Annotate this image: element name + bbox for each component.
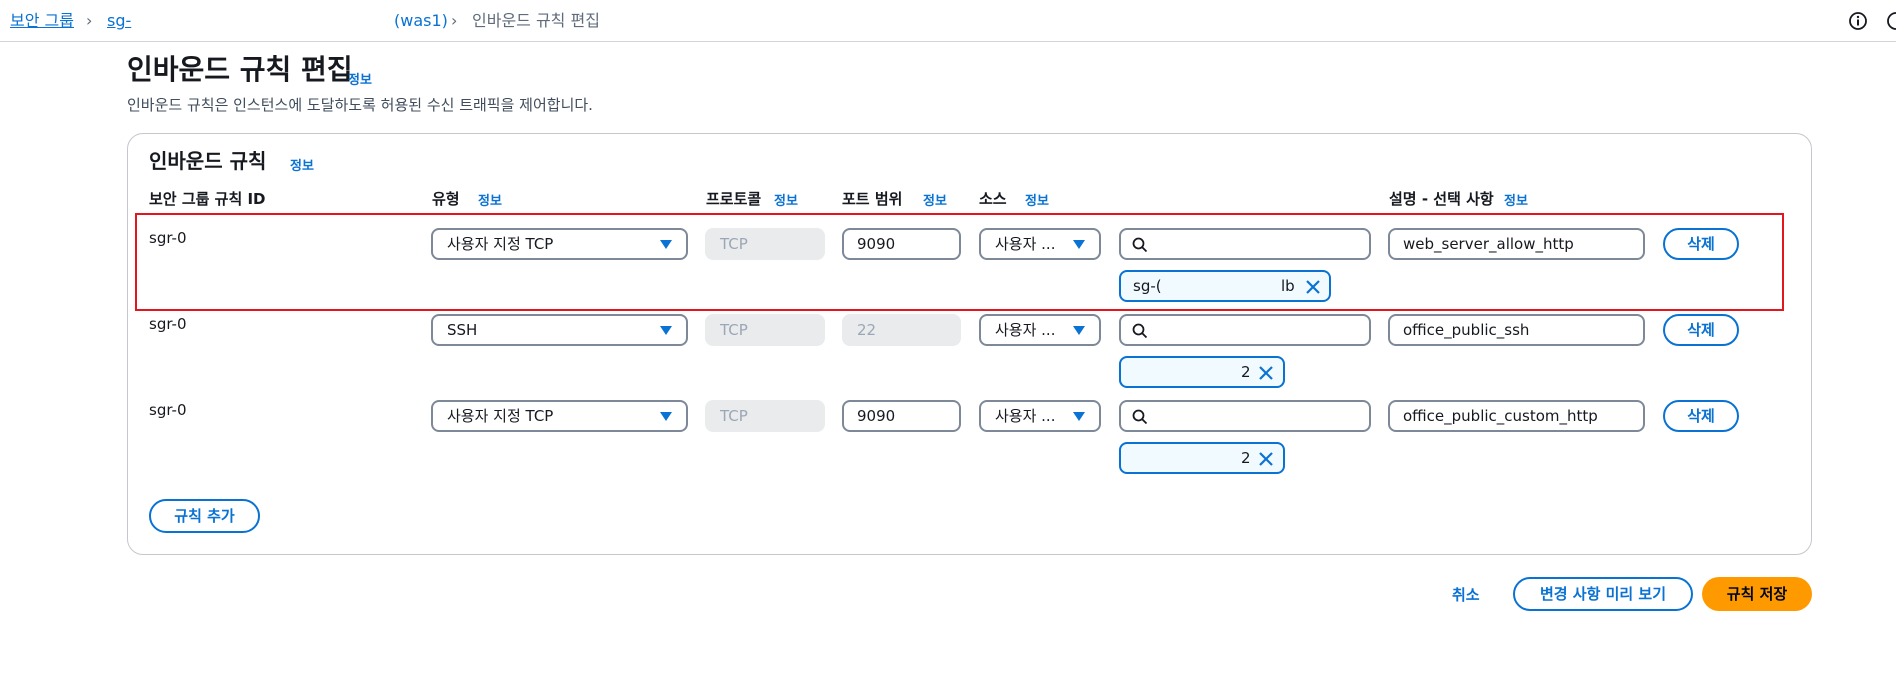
breadcrumb-sg-prefix: sg- xyxy=(107,11,132,30)
column-header-type: 유형 xyxy=(432,190,460,208)
source-search-input[interactable] xyxy=(1119,400,1371,432)
close-icon[interactable] xyxy=(1305,279,1321,295)
page-title: 인바운드 규칙 편집 xyxy=(127,53,353,86)
delete-rule-button[interactable]: 삭제 xyxy=(1663,400,1739,432)
caret-down-icon xyxy=(1073,240,1085,249)
preview-changes-button[interactable]: 변경 사항 미리 보기 xyxy=(1513,577,1693,611)
breadcrumb-security-groups[interactable]: 보안 그룹 xyxy=(10,10,74,32)
close-icon[interactable] xyxy=(1258,365,1274,381)
token-label-suffix: lb xyxy=(1281,277,1295,295)
column-header-description: 설명 - 선택 사항 xyxy=(1389,190,1494,208)
protocol-field: TCP xyxy=(705,228,825,260)
column-header-rule-id: 보안 그룹 규칙 ID xyxy=(149,190,266,208)
caret-down-icon xyxy=(660,326,672,335)
save-rules-button[interactable]: 규칙 저장 xyxy=(1702,577,1812,611)
type-select[interactable]: 사용자 지정 TCP xyxy=(431,228,688,260)
source-select-value: 사용자 ... xyxy=(995,407,1056,425)
page-info-link[interactable]: 정보 xyxy=(348,69,372,88)
port-field: 22 xyxy=(842,314,961,346)
source-select-value: 사용자 ... xyxy=(995,321,1056,339)
panel-info-link[interactable]: 정보 xyxy=(290,155,314,174)
search-icon xyxy=(1132,323,1148,339)
search-icon xyxy=(1132,237,1148,253)
chevron-right-icon: › xyxy=(86,11,93,30)
description-input[interactable]: web_server_allow_http xyxy=(1388,228,1645,260)
port-input[interactable]: 9090 xyxy=(842,228,961,260)
protocol-field: TCP xyxy=(705,314,825,346)
source-info-link[interactable]: 정보 xyxy=(1025,190,1049,209)
type-select-value: SSH xyxy=(447,321,478,339)
close-icon[interactable] xyxy=(1258,451,1274,467)
source-token: 2 xyxy=(1119,442,1285,474)
breadcrumb: 보안 그룹 › sg- (was1) › 인바운드 규칙 편집 xyxy=(0,0,1896,42)
rule-id: sgr-0 xyxy=(149,401,187,419)
protocol-field: TCP xyxy=(705,400,825,432)
type-select-value: 사용자 지정 TCP xyxy=(447,407,554,425)
source-token: sg-( lb xyxy=(1119,270,1331,302)
chevron-right-icon: › xyxy=(451,11,458,30)
source-select[interactable]: 사용자 ... xyxy=(979,314,1101,346)
source-select-value: 사용자 ... xyxy=(995,235,1056,253)
breadcrumb-security-group[interactable]: sg- (was1) xyxy=(107,10,448,32)
caret-down-icon xyxy=(660,412,672,421)
type-select[interactable]: 사용자 지정 TCP xyxy=(431,400,688,432)
port-info-link[interactable]: 정보 xyxy=(923,190,947,209)
page-description: 인바운드 규칙은 인스턴스에 도달하도록 허용된 수신 트래픽을 제어합니다. xyxy=(127,96,593,114)
description-input[interactable]: office_public_custom_http xyxy=(1388,400,1645,432)
source-search-input[interactable] xyxy=(1119,228,1371,260)
breadcrumb-current: 인바운드 규칙 편집 xyxy=(472,11,600,30)
panel-title: 인바운드 규칙 xyxy=(149,149,267,173)
rule-id: sgr-0 xyxy=(149,229,187,247)
type-select[interactable]: SSH xyxy=(431,314,688,346)
delete-rule-button[interactable]: 삭제 xyxy=(1663,314,1739,346)
source-token: 2 xyxy=(1119,356,1285,388)
breadcrumb-sg-suffix: (was1) xyxy=(394,11,448,30)
delete-rule-button[interactable]: 삭제 xyxy=(1663,228,1739,260)
settings-icon[interactable] xyxy=(1886,11,1896,31)
column-header-source: 소스 xyxy=(979,190,1007,208)
cancel-button[interactable]: 취소 xyxy=(1452,584,1480,605)
search-icon xyxy=(1132,409,1148,425)
source-select[interactable]: 사용자 ... xyxy=(979,400,1101,432)
source-search-input[interactable] xyxy=(1119,314,1371,346)
description-info-link[interactable]: 정보 xyxy=(1504,190,1528,209)
token-label-suffix: 2 xyxy=(1241,449,1251,467)
type-info-link[interactable]: 정보 xyxy=(478,190,502,209)
column-header-protocol: 프로토콜 xyxy=(706,190,762,208)
rule-id: sgr-0 xyxy=(149,315,187,333)
source-select[interactable]: 사용자 ... xyxy=(979,228,1101,260)
caret-down-icon xyxy=(1073,326,1085,335)
info-icon[interactable] xyxy=(1848,11,1868,31)
column-header-port: 포트 범위 xyxy=(842,190,903,208)
caret-down-icon xyxy=(660,240,672,249)
caret-down-icon xyxy=(1073,412,1085,421)
token-label-suffix: 2 xyxy=(1241,363,1251,381)
add-rule-button[interactable]: 규칙 추가 xyxy=(149,499,260,533)
port-input[interactable]: 9090 xyxy=(842,400,961,432)
type-select-value: 사용자 지정 TCP xyxy=(447,235,554,253)
token-label-prefix: sg-( xyxy=(1133,277,1162,295)
protocol-info-link[interactable]: 정보 xyxy=(774,190,798,209)
description-input[interactable]: office_public_ssh xyxy=(1388,314,1645,346)
